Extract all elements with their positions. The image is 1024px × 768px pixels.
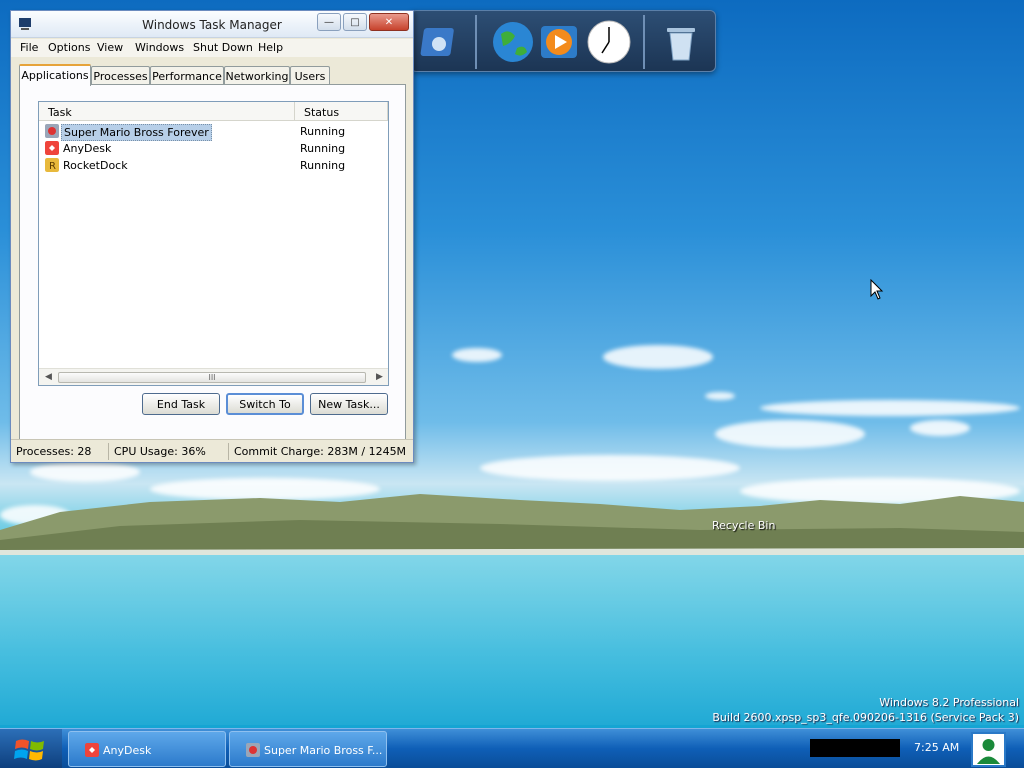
windows-logo-icon xyxy=(14,739,44,761)
os-version-label: Windows 8.2 Professional xyxy=(879,696,1019,709)
user-icon xyxy=(977,739,1000,764)
scroll-thumb[interactable]: III xyxy=(58,372,366,383)
status-processes: Processes: 28 xyxy=(16,445,92,458)
taskbar-item-mario[interactable]: Super Mario Bross F... xyxy=(229,731,387,767)
user-avatar[interactable] xyxy=(971,732,1006,767)
title-bar[interactable]: Windows Task Manager — □ ✕ xyxy=(11,11,413,38)
cloud xyxy=(452,348,502,362)
tab-applications[interactable]: Applications xyxy=(19,64,91,86)
row-task: Super Mario Bross Forever xyxy=(61,124,212,141)
minimize-button[interactable]: — xyxy=(317,13,341,31)
scroll-right-arrow-icon[interactable]: ▶ xyxy=(376,372,383,382)
task-list[interactable]: Task Status Super Mario Bross Forever Ru… xyxy=(38,101,389,386)
new-task-button[interactable]: New Task... xyxy=(310,393,388,415)
status-commit-charge: Commit Charge: 283M / 1245M xyxy=(234,445,407,458)
table-row[interactable]: Super Mario Bross Forever Running xyxy=(39,123,388,141)
close-button[interactable]: ✕ xyxy=(369,13,409,31)
column-header-status[interactable]: Status xyxy=(295,102,388,121)
mario-icon xyxy=(45,124,59,138)
rocketdock-icon: R xyxy=(45,158,59,172)
mouse-pointer-icon xyxy=(870,279,884,300)
anydesk-icon xyxy=(45,141,59,155)
media-player-icon[interactable] xyxy=(535,18,583,66)
taskbar-item-label: AnyDesk xyxy=(103,744,152,757)
os-build-label: Build 2600.xpsp_sp3_qfe.090206-1316 (Ser… xyxy=(712,711,1019,724)
taskbar: AnyDesk Super Mario Bross F... 7:25 AM xyxy=(0,728,1024,768)
cloud xyxy=(760,400,1020,416)
dock-separator xyxy=(475,15,477,69)
task-manager-window[interactable]: Windows Task Manager — □ ✕ File Options … xyxy=(10,10,414,463)
row-task: RocketDock xyxy=(63,159,128,172)
taskbar-item-label: Super Mario Bross F... xyxy=(264,744,383,757)
redacted-tray-area xyxy=(810,739,900,757)
start-button[interactable] xyxy=(0,729,62,768)
status-bar: Processes: 28 CPU Usage: 36% Commit Char… xyxy=(11,439,413,462)
cloud xyxy=(715,420,865,448)
clock-icon[interactable] xyxy=(585,18,633,66)
maximize-button[interactable]: □ xyxy=(343,13,367,31)
svg-text:R: R xyxy=(49,161,56,172)
tab-processes[interactable]: Processes xyxy=(91,66,150,85)
table-row[interactable]: AnyDesk Running xyxy=(39,140,388,157)
menu-shut-down[interactable]: Shut Down xyxy=(193,41,253,54)
status-divider xyxy=(228,443,229,460)
anydesk-icon xyxy=(85,743,99,757)
mountains xyxy=(0,494,1024,555)
rocketdock-bar xyxy=(410,10,716,72)
menu-help[interactable]: Help xyxy=(258,41,283,54)
recycle-bin-icon[interactable] xyxy=(657,18,705,66)
cloud xyxy=(30,462,140,482)
media-icon[interactable] xyxy=(415,18,463,66)
end-task-button[interactable]: End Task xyxy=(142,393,220,415)
status-cpu: CPU Usage: 36% xyxy=(114,445,206,458)
status-divider xyxy=(108,443,109,460)
switch-to-button[interactable]: Switch To xyxy=(226,393,304,415)
menu-options[interactable]: Options xyxy=(48,41,90,54)
horizontal-scrollbar[interactable]: ◀ III ▶ xyxy=(39,368,388,385)
table-row[interactable]: R RocketDock Running xyxy=(39,157,388,174)
recycle-bin-label[interactable]: Recycle Bin xyxy=(712,519,775,532)
cloud xyxy=(705,392,735,400)
column-header-task[interactable]: Task xyxy=(39,102,295,121)
lake xyxy=(0,555,1024,725)
row-status: Running xyxy=(300,159,346,172)
row-status: Running xyxy=(300,125,346,138)
taskbar-item-anydesk[interactable]: AnyDesk xyxy=(68,731,226,767)
menu-file[interactable]: File xyxy=(20,41,38,54)
cloud xyxy=(910,420,970,436)
row-status: Running xyxy=(300,142,346,155)
menu-bar: File Options View Windows Shut Down Help xyxy=(11,39,413,57)
menu-windows[interactable]: Windows xyxy=(135,41,184,54)
globe-icon[interactable] xyxy=(489,18,537,66)
cloud xyxy=(603,345,713,369)
tab-networking[interactable]: Networking xyxy=(224,66,290,85)
cloud xyxy=(480,455,740,481)
tab-users[interactable]: Users xyxy=(290,66,330,85)
row-task: AnyDesk xyxy=(63,142,112,155)
scroll-left-arrow-icon[interactable]: ◀ xyxy=(45,372,52,382)
dock-separator xyxy=(643,15,645,69)
taskbar-clock[interactable]: 7:25 AM xyxy=(914,741,959,754)
menu-view[interactable]: View xyxy=(97,41,123,54)
mario-icon xyxy=(246,743,260,757)
tab-performance[interactable]: Performance xyxy=(150,66,224,85)
